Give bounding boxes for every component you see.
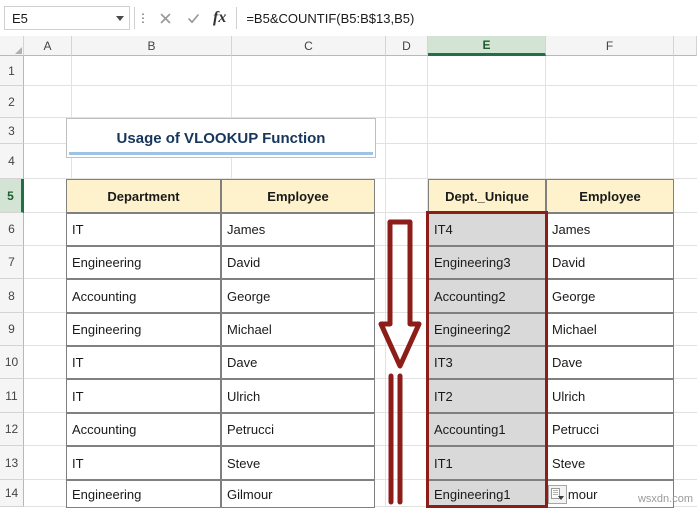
right-table-cell-dept-unique[interactable]: IT1 [428,446,546,480]
title-underline [69,152,373,155]
right-table-cell-dept-unique[interactable]: Engineering2 [428,313,546,346]
left-table-cell-employee[interactable]: Steve [221,446,375,480]
left-table-cell-employee[interactable]: Ulrich [221,379,375,413]
more-options-icon[interactable]: ⋮ [135,12,151,24]
select-all-corner[interactable] [0,36,24,56]
column-header-E[interactable]: E [428,36,546,56]
gridline [385,56,386,507]
left-table-cell-dept[interactable]: IT [66,213,221,246]
formula-bar: E5 ⋮ fx =B5&COUNTIF(B5:B$13,B5) [0,0,697,37]
row-header-11[interactable]: 11 [0,379,24,413]
paste-options-icon[interactable] [548,485,567,504]
right-table-cell-employee[interactable]: Petrucci [546,413,674,446]
left-table-cell-employee[interactable]: Michael [221,313,375,346]
row-header-9[interactable]: 9 [0,313,24,346]
formula-input[interactable]: =B5&COUNTIF(B5:B$13,B5) [237,6,697,30]
left-table-header-employee[interactable]: Employee [221,179,375,213]
spreadsheet-grid[interactable]: A B C D E F 1 2 3 4 5 6 7 8 9 10 11 12 1… [0,36,697,508]
row-header-2[interactable]: 2 [0,86,24,118]
right-table-cell-employee[interactable]: Ulrich [546,379,674,413]
left-table-cell-dept[interactable]: Accounting [66,279,221,313]
right-table-cell-dept-unique[interactable]: Engineering3 [428,246,546,279]
insert-function-icon[interactable]: fx [213,9,228,27]
watermark-text: wsxdn.com [637,493,693,505]
row-header-6[interactable]: 6 [0,213,24,246]
left-table-cell-employee[interactable]: James [221,213,375,246]
row-header-4[interactable]: 4 [0,144,24,179]
cancel-icon[interactable] [157,8,174,28]
row-header-1[interactable]: 1 [0,56,24,86]
left-table-cell-dept[interactable]: Engineering [66,313,221,346]
left-table-cell-dept[interactable]: IT [66,379,221,413]
right-table-cell-dept-unique[interactable]: IT2 [428,379,546,413]
gridline [24,85,697,86]
right-table-cell-dept-unique[interactable]: IT4 [428,213,546,246]
left-table-cell-employee[interactable]: Gilmour [221,480,375,508]
row-header-5[interactable]: 5 [0,179,24,213]
right-table-cell-dept-unique[interactable]: IT3 [428,346,546,379]
left-table-cell-dept[interactable]: Engineering [66,246,221,279]
column-header-D[interactable]: D [386,36,428,56]
column-header-G[interactable] [674,36,697,56]
right-table-cell-employee[interactable]: George [546,279,674,313]
left-table-header-department[interactable]: Department [66,179,221,213]
column-header-B[interactable]: B [72,36,232,56]
left-table-cell-dept[interactable]: Engineering [66,480,221,508]
right-table-cell-employee[interactable]: David [546,246,674,279]
column-header-F[interactable]: F [546,36,674,56]
paste-dropdown-caret-icon[interactable] [558,496,564,500]
name-box-value: E5 [12,10,28,26]
right-table-cell-employee[interactable]: Dave [546,346,674,379]
left-table-cell-employee[interactable]: Dave [221,346,375,379]
right-table-header-employee[interactable]: Employee [546,179,674,213]
row-header-7[interactable]: 7 [0,246,24,279]
paste-lines-glyph [553,490,558,491]
row-header-14[interactable]: 14 [0,480,24,507]
name-box[interactable]: E5 [4,6,130,30]
right-table-cell-employee[interactable]: Michael [546,313,674,346]
left-table-cell-employee[interactable]: Petrucci [221,413,375,446]
right-table-cell-dept-unique[interactable]: Accounting1 [428,413,546,446]
row-header-13[interactable]: 13 [0,446,24,480]
column-header-A[interactable]: A [24,36,72,56]
left-table-cell-dept[interactable]: IT [66,346,221,379]
left-table-cell-employee[interactable]: David [221,246,375,279]
column-header-C[interactable]: C [232,36,386,56]
right-table-cell-dept-unique[interactable]: Accounting2 [428,279,546,313]
right-table-cell-employee[interactable]: James [546,213,674,246]
name-box-dropdown-icon[interactable] [111,7,129,29]
left-table-cell-employee[interactable]: George [221,279,375,313]
right-table-header-dept-unique[interactable]: Dept._Unique [428,179,546,213]
confirm-icon[interactable] [185,8,202,28]
right-table-cell-employee[interactable]: Steve [546,446,674,480]
left-table-cell-dept[interactable]: Accounting [66,413,221,446]
row-header-3[interactable]: 3 [0,118,24,144]
row-header-12[interactable]: 12 [0,413,24,446]
row-header-10[interactable]: 10 [0,346,24,379]
right-table-cell-dept-unique[interactable]: Engineering1 [428,480,546,508]
left-table-cell-dept[interactable]: IT [66,446,221,480]
row-header-8[interactable]: 8 [0,279,24,313]
